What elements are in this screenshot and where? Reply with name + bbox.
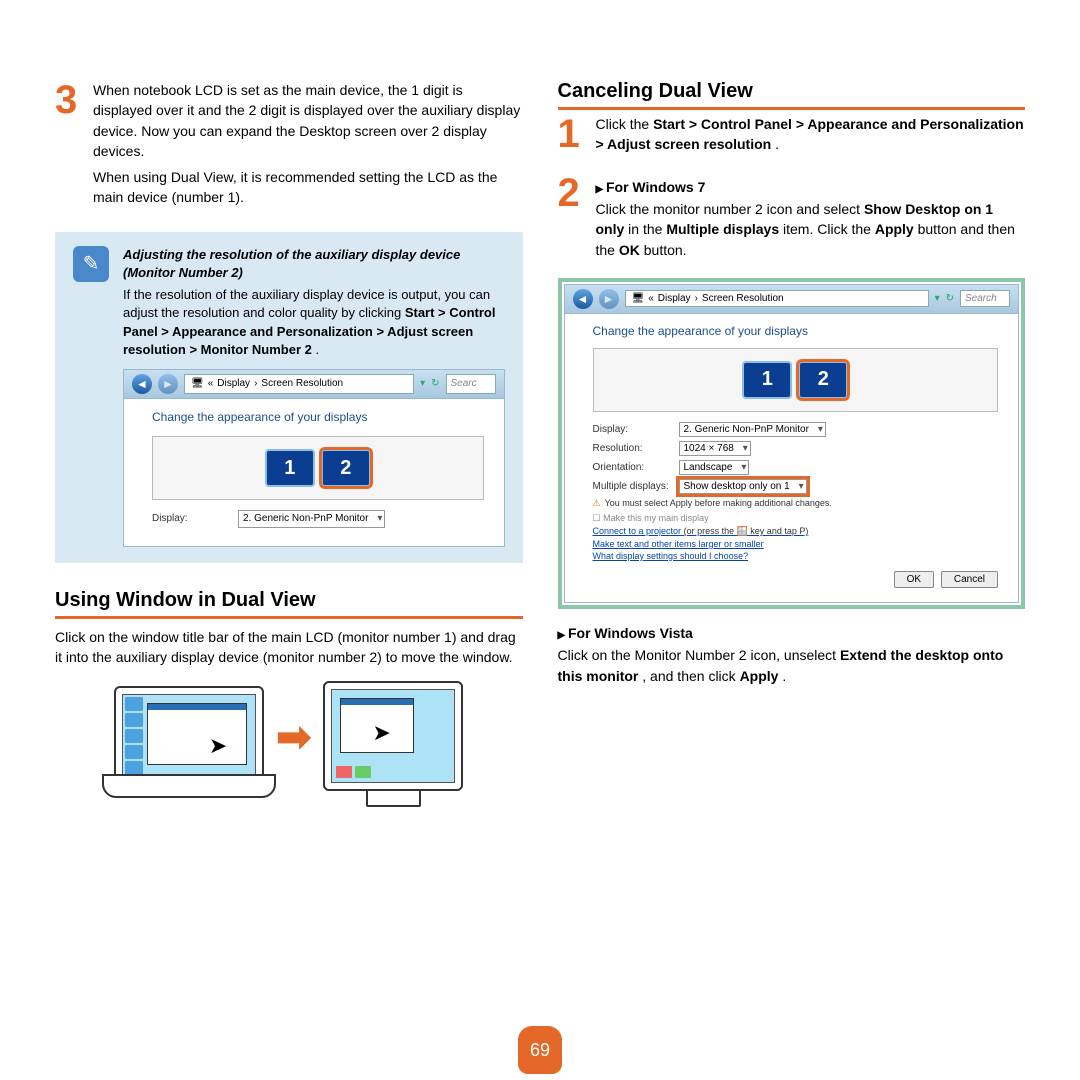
cursor-icon: ➤: [209, 733, 227, 759]
breadcrumb: 🖥« Display› Screen Resolution: [625, 290, 929, 307]
dialog-heading: Change the appearance of your displays: [152, 409, 484, 426]
laptop-drawing: ➤: [114, 686, 264, 786]
cancel-button: Cancel: [941, 571, 998, 588]
step-3: 3 When notebook LCD is set as the main d…: [55, 80, 523, 214]
resolution-label: Resolution:: [593, 443, 673, 454]
t: Multiple displays: [666, 221, 779, 237]
main-display-checkbox: ☐ Make this my main display: [593, 513, 999, 524]
monitor-1: 1: [265, 449, 315, 487]
step-number: 3: [55, 80, 85, 214]
link-settings-help: What display settings should I choose?: [593, 551, 999, 561]
monitor-2-highlighted: 2: [321, 449, 371, 487]
pencil-icon: ✎: [73, 246, 109, 282]
breadcrumb: 🖥« Display› Screen Resolution: [184, 374, 414, 394]
screenshot-small: ◄ ► 🖥« Display› Screen Resolution ▾↻ Sea…: [123, 369, 505, 547]
multiple-displays-combo-highlighted: Show desktop only on 1: [679, 479, 807, 494]
using-dual-view-text: Click on the window title bar of the mai…: [55, 627, 523, 668]
t: item. Click the: [783, 221, 875, 237]
bullet-vista: For Windows Vista: [558, 623, 1026, 644]
note-title: Adjusting the resolution of the auxiliar…: [123, 246, 505, 282]
monitor-preview: 1 2: [152, 436, 484, 500]
section-canceling-dual-view: Canceling Dual View: [558, 80, 1026, 110]
t: in the: [628, 221, 666, 237]
t: Click the monitor number 2 icon and sele…: [596, 201, 864, 217]
step-1: 1 Click the Start > Control Panel > Appe…: [558, 114, 1026, 155]
note-body-post: .: [316, 342, 320, 357]
t: button.: [644, 242, 687, 258]
multiple-displays-label: Multiple displays:: [593, 481, 673, 492]
monitor-drawing: ➤: [323, 681, 463, 791]
search-input: Searc: [446, 374, 496, 394]
step1-pre: Click the: [596, 116, 654, 132]
back-icon: ◄: [573, 289, 593, 309]
forward-icon: ►: [158, 374, 178, 394]
step3-text-b: When using Dual View, it is recommended …: [93, 167, 523, 208]
cursor-icon: ➤: [372, 720, 390, 746]
warning-icon: ⚠: [593, 498, 601, 508]
t: .: [782, 668, 786, 684]
t: Click on the Monitor Number 2 icon, unse…: [558, 647, 840, 663]
orientation-label: Orientation:: [593, 462, 673, 473]
display-label: Display:: [593, 424, 673, 435]
t: Apply: [875, 221, 914, 237]
orientation-combo: Landscape: [679, 460, 750, 475]
ok-button: OK: [894, 571, 934, 588]
dialog-heading: Change the appearance of your displays: [593, 324, 999, 338]
screenshot-large-frame: ◄ ► 🖥« Display› Screen Resolution ▾↻ Sea…: [558, 278, 1026, 609]
forward-icon: ►: [599, 289, 619, 309]
t: , and then click: [642, 668, 739, 684]
dual-view-illustration: ➤ ➡ ➤: [55, 681, 523, 791]
step-2: 2 For Windows 7 Click the monitor number…: [558, 173, 1026, 260]
note-box: ✎ Adjusting the resolution of the auxili…: [55, 232, 523, 563]
display-label: Display:: [152, 512, 232, 526]
link-projector: Connect to a projector (or press the 🪟 k…: [593, 526, 999, 537]
bullet-win7: For Windows 7: [596, 177, 1026, 198]
monitor-2-highlighted: 2: [798, 361, 848, 399]
page-number-badge: 69: [518, 1026, 562, 1074]
display-combo: 2. Generic Non-PnP Monitor: [679, 422, 826, 437]
section-using-dual-view: Using Window in Dual View: [55, 589, 523, 619]
step1-post: .: [775, 136, 779, 152]
link-text-size: Make text and other items larger or smal…: [593, 539, 999, 549]
step-number: 1: [558, 114, 588, 155]
warning-text: ⚠You must select Apply before making add…: [593, 498, 999, 509]
arrow-icon: ➡: [276, 712, 311, 761]
step-number: 2: [558, 173, 588, 260]
step1-bold: Start > Control Panel > Appearance and P…: [596, 116, 1024, 152]
monitor-1: 1: [742, 361, 792, 399]
t: OK: [619, 242, 640, 258]
monitor-preview: 1 2: [593, 348, 999, 412]
step3-text-a: When notebook LCD is set as the main dev…: [93, 80, 523, 161]
t: Apply: [740, 668, 779, 684]
resolution-combo: 1024 × 768: [679, 441, 751, 456]
back-icon: ◄: [132, 374, 152, 394]
search-input: Search: [960, 290, 1010, 307]
display-combo: 2. Generic Non-PnP Monitor: [238, 510, 385, 528]
